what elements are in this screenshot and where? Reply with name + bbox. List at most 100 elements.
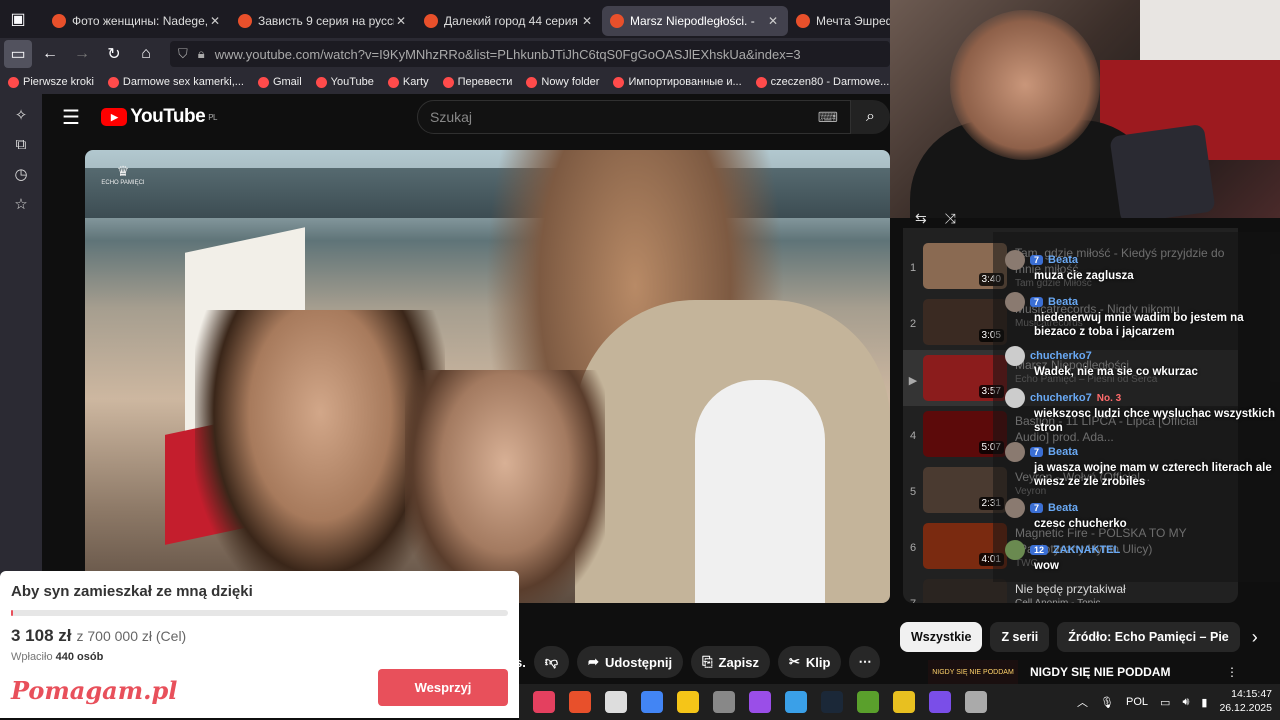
browser-tab[interactable]: Далекий город 44 серия на ру✕ xyxy=(416,6,602,36)
menu-icon[interactable]: ☰ xyxy=(62,105,91,130)
shuffle-icon[interactable]: ⤨ xyxy=(945,210,956,226)
taskbar-app-icon[interactable] xyxy=(965,691,987,713)
taskbar-app-icon[interactable] xyxy=(677,691,699,713)
taskbar-app-icon[interactable] xyxy=(929,691,951,713)
close-icon[interactable]: ✕ xyxy=(766,14,780,28)
save-button[interactable]: ⎘ Zapisz xyxy=(691,646,770,678)
taskbar-app-icon[interactable] xyxy=(749,691,771,713)
taskbar-app-icon[interactable] xyxy=(533,691,555,713)
history-icon[interactable]: ◷ xyxy=(14,165,27,183)
chevron-right-icon[interactable]: › xyxy=(1252,627,1258,648)
bookmark-icon: ⎘ xyxy=(702,654,713,669)
bookmark-label: Импортированные и... xyxy=(628,76,742,88)
network-icon[interactable]: ▭ xyxy=(1160,696,1170,709)
chat-username: Beata xyxy=(1048,502,1078,514)
browser-tab[interactable]: Фото женщины: Nadege, 30 ле✕ xyxy=(44,6,230,36)
keyboard-icon[interactable]: ⌨ xyxy=(818,109,838,126)
chat-avatar xyxy=(1005,250,1025,270)
video-actions: s. 👎︎ ➦ Udostępnij ⎘ Zapisz ✂ Klip ⋯ xyxy=(515,645,890,679)
bookmark-label: YouTube xyxy=(330,76,374,88)
chat-username: ZAKNAKTEL xyxy=(1053,544,1121,556)
chat-avatar xyxy=(1005,346,1025,366)
bookmarks-bar: Pierwsze kroki Darmowe sex kamerki,... Gma… xyxy=(0,70,890,94)
taskbar-app-icon[interactable] xyxy=(893,691,915,713)
bookmark-item[interactable]: Импортированные и... xyxy=(613,76,742,88)
browser-tab[interactable]: Marsz Niepodległości. - ✕ xyxy=(602,6,788,36)
home-icon[interactable]: ⌂ xyxy=(132,40,160,68)
search-input[interactable]: Szukaj ⌨ xyxy=(416,100,852,134)
dislike-button[interactable]: 👎︎ xyxy=(533,646,570,678)
donation-progress xyxy=(11,610,508,616)
search-icon[interactable]: ⌕ xyxy=(851,100,890,134)
taskbar-app-icon[interactable] xyxy=(713,691,735,713)
chat-text: ja wasza wojne mam w czterech literach a… xyxy=(1034,462,1272,488)
taskbar-app-icon[interactable] xyxy=(569,691,591,713)
youtube-play-icon: ▶ xyxy=(101,108,128,126)
bookmark-item[interactable]: Darmowe sex kamerki,... xyxy=(107,76,244,88)
bookmark-label: Karty xyxy=(402,76,429,88)
taskbar-app-icon[interactable] xyxy=(785,691,807,713)
playlist-index: 6 xyxy=(909,542,917,554)
scissors-icon: ✂ xyxy=(789,654,800,669)
tab-list-icon[interactable]: ▣ xyxy=(4,5,32,33)
loop-icon[interactable]: ⇆ xyxy=(915,210,927,226)
tabs-icon[interactable]: ⧉ xyxy=(16,136,27,153)
chat-message-head: 7 Beata xyxy=(1005,292,1277,312)
back-icon[interactable]: ← xyxy=(36,40,64,68)
playlist-index: ▶ xyxy=(908,375,918,387)
forward-icon[interactable]: → xyxy=(68,40,96,68)
thumbs-down-icon: 👎︎ xyxy=(544,654,559,669)
bookmark-item[interactable]: Gmail xyxy=(257,76,302,88)
bookmarks-star-icon[interactable]: ☆ xyxy=(14,195,27,213)
lock-icon: 🔒︎ xyxy=(197,46,205,61)
chip-series[interactable]: Z serii xyxy=(990,622,1050,652)
bookmark-item[interactable]: YouTube xyxy=(315,76,374,88)
share-button[interactable]: ➦ Udostępnij xyxy=(577,646,684,678)
language-indicator[interactable]: POL xyxy=(1126,696,1148,708)
reload-icon[interactable]: ↻ xyxy=(100,40,128,68)
bookmark-item[interactable]: Pierwsze kroki xyxy=(8,76,94,88)
browser-tab[interactable]: Зависть 9 серия на русском яз✕ xyxy=(230,6,416,36)
playlist-index: 5 xyxy=(909,486,917,498)
volume-icon[interactable]: 🔊︎ xyxy=(1182,696,1189,709)
chat-message: 7 Beata czesc chucherko xyxy=(1005,498,1277,532)
chip-source[interactable]: Źródło: Echo Pamięci – Pie xyxy=(1057,622,1240,652)
playlist-title: Nie będę przytakiwał xyxy=(1015,582,1126,596)
clip-button[interactable]: ✂ Klip xyxy=(778,646,842,678)
bookmark-item[interactable]: czeczen80 - Darmowe... xyxy=(755,76,889,88)
chat-message-head: 7 Beata xyxy=(1005,442,1277,462)
chat-text: wiekszosc ludzi chce wysluchac wszystkic… xyxy=(1034,408,1275,434)
close-icon[interactable]: ✕ xyxy=(580,14,594,28)
more-vert-icon[interactable]: ⋮ xyxy=(1226,665,1238,679)
playlist-index: 7 xyxy=(903,598,923,603)
chat-message: 12 ZAKNAKTEL wow xyxy=(1005,540,1277,574)
taskbar-app-icon[interactable] xyxy=(821,691,843,713)
close-icon[interactable]: ✕ xyxy=(394,14,408,28)
next-video-item[interactable]: NIGDY SIĘ NIE PODDAM NIGDY SIĘ NIE PODDA… xyxy=(928,660,1280,684)
more-button[interactable]: ⋯ xyxy=(849,646,881,678)
video-player[interactable]: ♛ ECHO PAMIĘCI xyxy=(85,150,890,603)
taskbar-app-icon[interactable] xyxy=(641,691,663,713)
taskbar-app-icon[interactable] xyxy=(857,691,879,713)
playlist-channel: Cell Anonim - Topic xyxy=(1015,597,1225,603)
taskbar-app-icon[interactable] xyxy=(605,691,627,713)
chevron-up-icon[interactable]: ︿ xyxy=(1077,694,1088,710)
chip-all[interactable]: Wszystkie xyxy=(900,622,983,652)
bookmark-item[interactable]: Karty xyxy=(387,76,429,88)
sidebar-toggle-icon[interactable]: ▭ xyxy=(4,40,32,68)
microphone-icon[interactable]: 🎙︎ xyxy=(1100,696,1114,709)
clock[interactable]: 14:15:47 26.12.2025 xyxy=(1219,688,1272,715)
tab-title: Далекий город 44 серия на ру xyxy=(444,14,580,28)
bookmark-item[interactable]: Nowy folder xyxy=(526,76,599,88)
tab-title: Зависть 9 серия на русском яз xyxy=(258,14,394,28)
url-text: www.youtube.com/watch?v=I9KyMNhzRRo&list… xyxy=(214,46,801,62)
ai-sparkle-icon[interactable]: ✧ xyxy=(15,106,28,124)
donation-paid-label: Wpłaciło xyxy=(11,651,53,663)
battery-icon[interactable]: ▮ xyxy=(1201,696,1207,709)
bookmark-item[interactable]: Перевести xyxy=(442,76,512,88)
support-button[interactable]: Wesprzyj xyxy=(378,669,508,706)
tab-favicon-icon xyxy=(52,14,66,28)
youtube-logo[interactable]: ▶ YouTube PL xyxy=(101,106,217,128)
close-icon[interactable]: ✕ xyxy=(208,14,222,28)
address-bar[interactable]: ⛉ 🔒︎ www.youtube.com/watch?v=I9KyMNhzRRo… xyxy=(170,41,890,67)
